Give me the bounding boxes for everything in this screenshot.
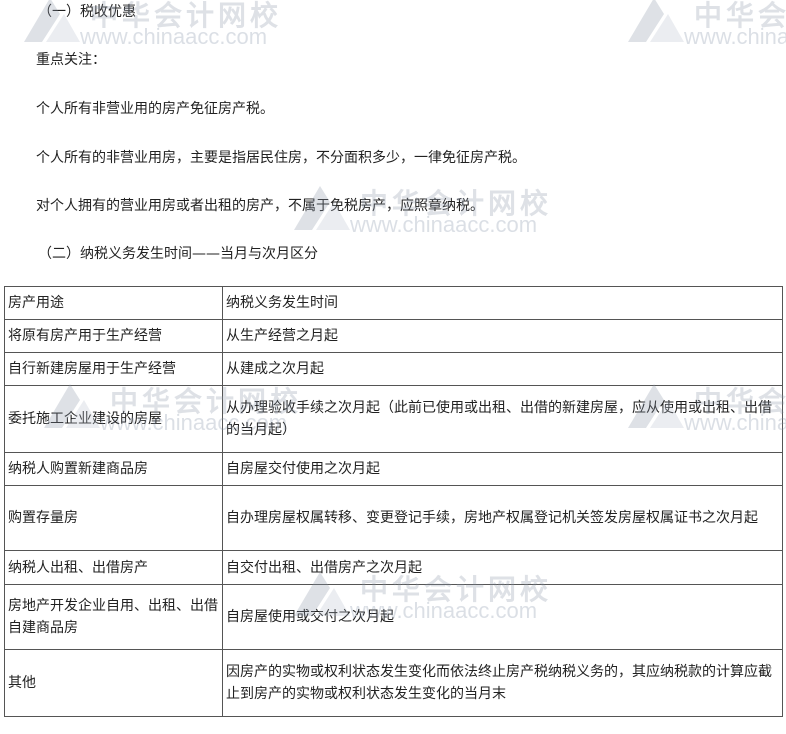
cell-use: 购置存量房 [4, 485, 223, 551]
table-row: 自行新建房屋用于生产经营 从建成之次月起 [4, 352, 783, 386]
exemption-note: 对个人拥有的营业用房或者出租的房产，不属于免税房产，应照章纳税。 [36, 198, 484, 214]
table-header-row: 房产用途 纳税义务发生时间 [4, 286, 783, 320]
header-cell-time: 纳税义务发生时间 [222, 286, 783, 320]
exemption-detail: 个人所有的非营业用房，主要是指居民住房，不分面积多少，一律免征房产税。 [36, 150, 526, 166]
cell-time: 自房屋使用或交付之次月起 [222, 584, 783, 650]
watermark-text-url: www.chinaacc.com [684, 24, 786, 49]
cell-time: 从生产经营之月起 [222, 319, 783, 353]
tax-timing-table: 房产用途 纳税义务发生时间 将原有房产用于生产经营 从生产经营之月起 自行新建房… [4, 286, 783, 717]
table-row: 纳税人购置新建商品房 自房屋交付使用之次月起 [4, 452, 783, 486]
cell-time: 自房屋交付使用之次月起 [222, 452, 783, 486]
section1-title: （一）税收优惠 [38, 4, 136, 20]
table-row: 其他 因房产的实物或权利状态发生变化而依法终止房产税纳税义务的，其应纳税款的计算… [4, 649, 783, 717]
cell-use: 其他 [4, 649, 223, 717]
cell-use: 纳税人购置新建商品房 [4, 452, 223, 486]
section2-title: （二）纳税义务发生时间——当月与次月区分 [38, 246, 318, 262]
cell-time: 从办理验收手续之次月起（此前已使用或出租、出借的新建房屋，应从使用或出租、出借的… [222, 385, 783, 453]
watermark-text-url: www.chinaacc.com [80, 24, 268, 49]
cell-use: 房地产开发企业自用、出租、出借自建商品房 [4, 584, 223, 650]
table-row: 购置存量房 自办理房屋权属转移、变更登记手续，房地产权属登记机关签发房屋权属证书… [4, 485, 783, 551]
cell-time: 从建成之次月起 [222, 352, 783, 386]
cell-use: 自行新建房屋用于生产经营 [4, 352, 223, 386]
cell-time: 因房产的实物或权利状态发生变化而依法终止房产税纳税义务的，其应纳税款的计算应截止… [222, 649, 783, 717]
cell-time: 自交付出租、出借房产之次月起 [222, 550, 783, 585]
cell-use: 纳税人出租、出借房产 [4, 550, 223, 585]
watermark: 中华会计网校 www.chinaacc.com [624, 0, 786, 54]
watermark-logo-icon [628, 0, 684, 42]
focus-label: 重点关注： [36, 52, 106, 68]
table-row: 委托施工企业建设的房屋 从办理验收手续之次月起（此前已使用或出租、出借的新建房屋… [4, 385, 783, 453]
cell-use: 委托施工企业建设的房屋 [4, 385, 223, 453]
table-row: 将原有房产用于生产经营 从生产经营之月起 [4, 319, 783, 353]
exemption-rule: 个人所有非营业用的房产免征房产税。 [36, 101, 274, 117]
header-cell-use: 房产用途 [4, 286, 223, 320]
table-row: 纳税人出租、出借房产 自交付出租、出借房产之次月起 [4, 550, 783, 585]
cell-time: 自办理房屋权属转移、变更登记手续，房地产权属登记机关签发房屋权属证书之次月起 [222, 485, 783, 551]
cell-use: 将原有房产用于生产经营 [4, 319, 223, 353]
watermark-text-cn: 中华会计网校 [694, 0, 786, 32]
table-row: 房地产开发企业自用、出租、出借自建商品房 自房屋使用或交付之次月起 [4, 584, 783, 650]
